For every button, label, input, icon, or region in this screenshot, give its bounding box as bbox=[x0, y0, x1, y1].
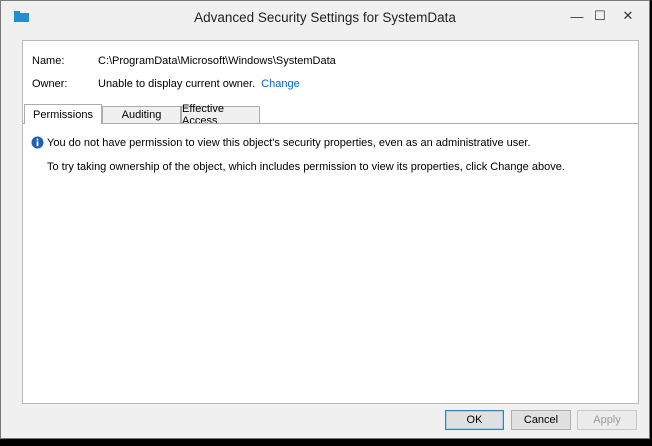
folder-icon bbox=[14, 11, 29, 22]
title-bar[interactable]: Advanced Security Settings for SystemDat… bbox=[1, 1, 649, 35]
window-title: Advanced Security Settings for SystemDat… bbox=[194, 10, 456, 25]
tab-strip: Permissions Auditing Effective Access bbox=[23, 103, 638, 127]
name-label: Name: bbox=[32, 55, 65, 67]
maximize-button[interactable]: ☐ bbox=[586, 5, 614, 27]
tab-auditing[interactable]: Auditing bbox=[102, 106, 181, 123]
security-settings-window: Advanced Security Settings for SystemDat… bbox=[0, 0, 650, 439]
owner-label: Owner: bbox=[32, 78, 68, 90]
tab-permissions[interactable]: Permissions bbox=[24, 104, 102, 124]
apply-button[interactable]: Apply bbox=[577, 410, 637, 430]
content-panel: Name: C:\ProgramData\Microsoft\Windows\S… bbox=[22, 40, 639, 404]
tab-effective-access[interactable]: Effective Access bbox=[181, 103, 260, 127]
owner-value: Unable to display current owner. bbox=[98, 78, 256, 90]
ownership-hint-message: To try taking ownership of the object, w… bbox=[47, 161, 565, 173]
maximize-icon: ☐ bbox=[594, 8, 606, 23]
change-owner-link[interactable]: Change bbox=[261, 78, 300, 90]
ok-button[interactable]: OK bbox=[445, 410, 504, 430]
close-icon: ✕ bbox=[622, 8, 634, 23]
permission-info-message: You do not have permission to view this … bbox=[47, 137, 531, 149]
name-value: C:\ProgramData\Microsoft\Windows\SystemD… bbox=[98, 55, 336, 67]
info-icon bbox=[31, 136, 44, 149]
minimize-icon: — bbox=[570, 8, 584, 24]
tab-divider bbox=[23, 123, 638, 124]
owner-value-row: Unable to display current owner. Change bbox=[98, 78, 300, 90]
close-button[interactable]: ✕ bbox=[614, 5, 642, 27]
cancel-button[interactable]: Cancel bbox=[511, 410, 571, 430]
